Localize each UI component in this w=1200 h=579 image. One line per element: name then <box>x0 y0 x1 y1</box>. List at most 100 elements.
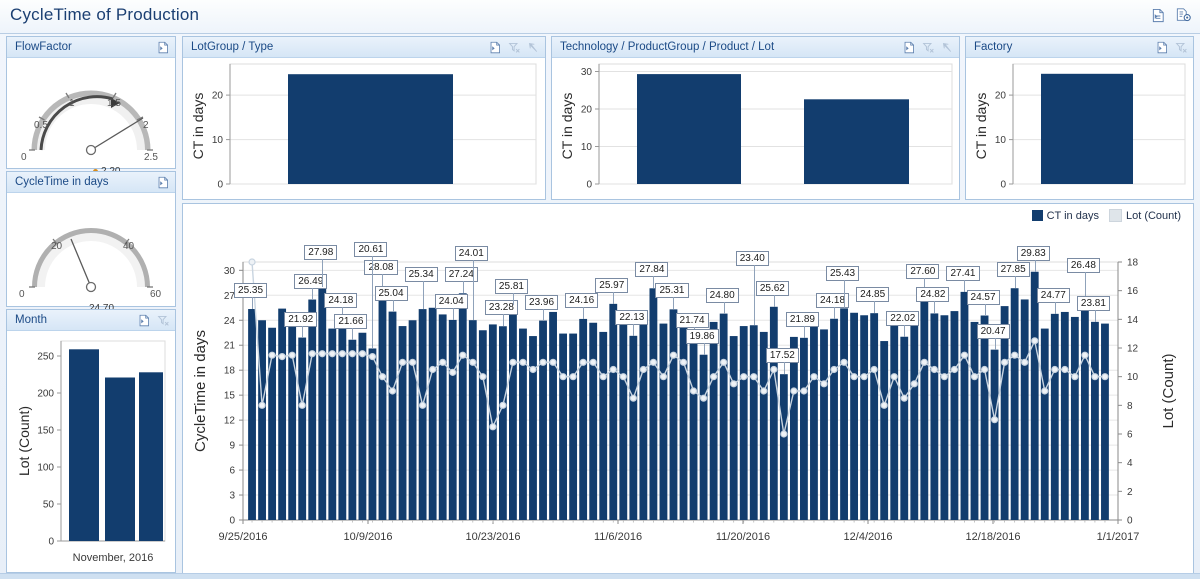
svg-text:3: 3 <box>229 491 235 502</box>
bar <box>760 332 768 520</box>
bar <box>258 320 266 520</box>
export-icon[interactable] <box>1156 41 1169 54</box>
panel-month-header: Month <box>7 310 175 331</box>
bar <box>1091 322 1099 520</box>
clear-filter-icon[interactable] <box>1175 41 1188 54</box>
gauge-tick-1: 1 <box>69 98 75 109</box>
bar <box>389 312 397 520</box>
panel-month-title: Month <box>15 314 138 326</box>
bar <box>379 286 387 520</box>
panel-month: Month <box>6 309 176 573</box>
panel-flowfactor-body: 0 0.5 1 1.5 2 2.5 2.20 <box>7 58 175 168</box>
bar <box>298 338 306 520</box>
factory-chart[interactable]: 0 10 20 CT in days <box>966 58 1193 200</box>
export-icon[interactable] <box>157 41 170 54</box>
lotgroup-chart[interactable]: 0 10 20 CT in days <box>183 58 545 200</box>
svg-text:100: 100 <box>37 463 54 474</box>
bar <box>449 320 457 520</box>
bar <box>800 338 808 520</box>
svg-text:8: 8 <box>1127 401 1133 412</box>
clear-filter-icon[interactable] <box>508 41 521 54</box>
bar <box>900 337 908 520</box>
svg-text:30: 30 <box>224 266 236 277</box>
gauge-tick-2: 2 <box>143 120 149 131</box>
svg-text:18: 18 <box>224 366 236 377</box>
export-icon[interactable] <box>1151 8 1166 23</box>
bar <box>961 292 969 520</box>
legend-item-ct[interactable]: CT in days <box>1032 210 1099 222</box>
bar <box>519 329 527 520</box>
bar <box>1011 288 1019 520</box>
bar <box>700 355 708 520</box>
undo-icon[interactable] <box>941 41 954 54</box>
panel-flowfactor-title: FlowFactor <box>15 41 157 53</box>
clear-filter-icon[interactable] <box>922 41 935 54</box>
bar <box>1001 306 1009 520</box>
month-chart[interactable]: 0 50 100 150 200 250 Lot (Count) N <box>7 331 175 573</box>
bar <box>469 320 477 520</box>
export-icon[interactable] <box>903 41 916 54</box>
clear-filter-icon[interactable] <box>157 314 170 327</box>
panel-cycletime-body: 0 20 40 60 24.70 <box>7 193 175 306</box>
bar <box>920 290 928 520</box>
bar <box>589 323 597 520</box>
svg-text:1/1/2017: 1/1/2017 <box>1097 531 1140 543</box>
svg-text:6: 6 <box>1127 430 1133 441</box>
bar <box>639 314 647 520</box>
svg-text:14: 14 <box>1127 315 1139 326</box>
svg-text:6: 6 <box>229 466 235 477</box>
bar <box>1061 312 1069 520</box>
svg-text:150: 150 <box>37 426 54 437</box>
svg-text:10/23/2016: 10/23/2016 <box>465 531 520 543</box>
bar <box>369 348 377 520</box>
bar <box>840 308 848 520</box>
svg-text:0: 0 <box>217 180 223 191</box>
gauge-tick-0: 0 <box>19 289 25 300</box>
bar <box>981 316 989 520</box>
title-bar: CycleTime of Production <box>0 0 1200 34</box>
bar <box>539 321 547 520</box>
export-icon[interactable] <box>138 314 151 327</box>
svg-text:27: 27 <box>224 291 236 302</box>
window-bottom-strip <box>0 573 1200 579</box>
main-chart-legend: CT in days Lot (Count) <box>1032 209 1181 222</box>
bar <box>860 315 868 520</box>
document-settings-icon[interactable] <box>1176 7 1192 23</box>
bar <box>649 288 657 520</box>
svg-text:12/18/2016: 12/18/2016 <box>965 531 1020 543</box>
bar <box>439 314 447 520</box>
svg-text:Lot (Count): Lot (Count) <box>1160 353 1177 428</box>
technology-chart[interactable]: 0 10 20 30 CT in days <box>552 58 959 200</box>
gauge-tick-40: 40 <box>123 241 134 252</box>
panel-technology-body: 0 10 20 30 CT in days <box>552 58 959 199</box>
undo-icon[interactable] <box>527 41 540 54</box>
panel-month-body: 0 50 100 150 200 250 Lot (Count) N <box>7 331 175 572</box>
panel-lotgroup-icons <box>489 41 540 54</box>
svg-text:18: 18 <box>1127 258 1139 269</box>
bar <box>338 319 346 520</box>
svg-text:9/25/2016: 9/25/2016 <box>219 531 268 543</box>
svg-text:24: 24 <box>224 316 236 327</box>
panel-factory-body: 0 10 20 CT in days <box>966 58 1193 199</box>
svg-text:20: 20 <box>212 91 224 102</box>
main-chart[interactable]: 0369121518212427300246810121416189/25/20… <box>183 230 1193 573</box>
svg-text:50: 50 <box>43 500 55 511</box>
bar <box>429 308 437 520</box>
svg-text:12: 12 <box>224 416 236 427</box>
export-icon[interactable] <box>157 176 170 189</box>
bar <box>569 334 577 520</box>
svg-text:CT in days: CT in days <box>973 93 989 160</box>
bar <box>579 319 587 520</box>
bar <box>1081 300 1089 520</box>
export-icon[interactable] <box>489 41 502 54</box>
legend-swatch-ct-icon <box>1032 210 1043 221</box>
bar <box>1041 329 1049 520</box>
svg-text:200: 200 <box>37 389 54 400</box>
bar <box>690 339 698 520</box>
svg-text:10: 10 <box>581 142 593 153</box>
legend-item-lot[interactable]: Lot (Count) <box>1109 209 1181 222</box>
panel-cycletime-icons <box>157 176 170 189</box>
panel-month-icons <box>138 314 170 327</box>
bar <box>609 304 617 520</box>
bar <box>459 293 467 520</box>
